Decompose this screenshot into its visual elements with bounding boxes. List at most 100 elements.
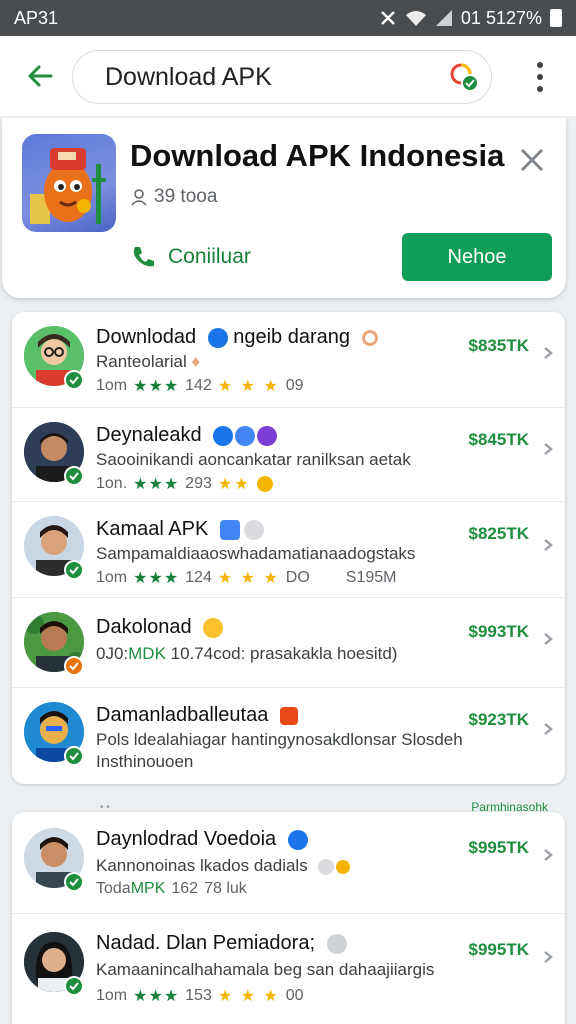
more-dot-icon (537, 62, 543, 68)
tag-icon (336, 859, 351, 874)
chevron-right-icon[interactable] (541, 537, 555, 553)
item-title-text: Kamaal APK (96, 518, 209, 540)
app-icon (22, 134, 116, 232)
app-title: Download APK Indonesia (130, 138, 505, 173)
meta-number: 124 (185, 569, 212, 586)
status-left-text: AP31 (14, 7, 59, 28)
item-price: $835TK (468, 336, 529, 355)
item-meta: 1om ★★★ 153 ★ ★ ★ 00 (96, 986, 304, 1006)
heart-icon (256, 476, 273, 492)
top-app-bar: Download APK (0, 36, 576, 116)
item-subtitle: Pols ldealahiagar hantingynosakdlonsar S… (96, 730, 463, 749)
verified-badge-icon (64, 560, 84, 580)
item-subtitle: Kannonoinas lkados dadials (96, 856, 351, 876)
verified-lens-icon[interactable] (449, 62, 479, 92)
item-subtitle-text: 10.74cod: prasakakla hoesitd) (170, 644, 398, 663)
verified-icon (287, 829, 308, 850)
list-item[interactable]: Dakolonad 0J0:MDK 10.74cod: prasakakla h… (12, 598, 565, 688)
chat-icon (318, 858, 335, 875)
rating-stars: ★★★ (133, 476, 180, 493)
chevron-right-icon[interactable] (541, 441, 555, 457)
meta-right: DO (285, 569, 310, 586)
item-price: $923TK (468, 710, 529, 729)
meta-number: 142 (185, 377, 212, 394)
globe-icon (326, 933, 347, 954)
item-meta: 1on. ★★★ 293 ★★ (96, 474, 273, 494)
emoji-icon (361, 329, 378, 346)
rating-stars: ★★★ (133, 570, 180, 587)
meta-number: 153 (185, 987, 212, 1004)
item-title-extra: ngeib darang (233, 326, 350, 348)
contact-link[interactable]: Coniiluar (130, 244, 251, 270)
info-icon (235, 425, 256, 446)
back-button[interactable] (10, 46, 70, 106)
item-title-text: Nadad. Dlan Pemiadora; (96, 932, 316, 954)
verified-badge-icon (64, 976, 84, 996)
battery-icon (550, 9, 562, 27)
meta-left: 1on. (96, 475, 128, 492)
chevron-right-icon[interactable] (541, 345, 555, 361)
item-title: Downlodad ngeib darang (96, 326, 378, 349)
mute-icon (381, 11, 395, 25)
chevron-right-icon[interactable] (541, 721, 555, 737)
list-item[interactable]: Downlodad ngeib darang Ranteolarial ♦ 1o… (12, 312, 565, 408)
list-item[interactable]: Damanladballeutaa Pols ldealahiagar hant… (12, 688, 565, 784)
item-price: $995TK (468, 940, 529, 959)
item-price: $993TK (468, 622, 529, 641)
meta-right: 09 (285, 377, 304, 394)
star-rating: ★ ★ ★ (217, 570, 280, 587)
arrow-back-icon (28, 65, 53, 87)
item-title: Damanladballeutaa (96, 704, 298, 727)
item-price: $825TK (468, 524, 529, 543)
item-subtitle: 0J0:MDK 10.74cod: prasakakla hoesitd) (96, 644, 397, 664)
list-item[interactable]: Deynaleakd Saooinikandi aoncankatar rani… (12, 408, 565, 502)
item-subtitle-text: Ranteolarial (96, 352, 187, 371)
item-title-text: Damanladballeutaa (96, 704, 269, 726)
meta-right: 00 (285, 987, 304, 1004)
circle-icon (243, 519, 264, 540)
star-rating: ★ ★ ★ (217, 378, 280, 395)
chevron-right-icon[interactable] (541, 631, 555, 647)
contact-label: Coniiluar (168, 245, 251, 268)
featured-app-card[interactable]: Download APK Indonesia 39 tooa Coniiluar… (2, 118, 566, 298)
close-icon[interactable] (518, 146, 546, 174)
item-title: Nadad. Dlan Pemiadora; (96, 932, 347, 955)
meta-left: Toda (96, 880, 131, 897)
list-item[interactable]: Daynlodrad Voedoia Kannonoinas lkados da… (12, 812, 565, 914)
item-subtitle-tag: MDK (128, 644, 166, 663)
tag-icon (257, 425, 278, 446)
verified-badge-icon (64, 656, 84, 676)
meta-tag: MPK (130, 880, 166, 897)
item-title: Dakolonad (96, 616, 224, 639)
results-card: Downlodad ngeib darang Ranteolarial ♦ 1o… (12, 312, 565, 784)
rating-stars: ★★★ (133, 988, 180, 1005)
app-downloads-text: 39 tooa (154, 186, 218, 207)
item-price: $845TK (468, 430, 529, 449)
phone-icon (133, 247, 154, 267)
item-title-text: Daynlodrad Voedoia (96, 828, 277, 850)
item-subtitle-line2: Insthinouoen (96, 752, 194, 771)
info-icon (219, 519, 240, 540)
verified-badge-icon (64, 466, 84, 486)
meta-number: 162 (171, 880, 199, 897)
item-meta: 1om ★★★ 124 ★ ★ ★ DO S195M (96, 568, 396, 588)
meta-right: 78 luk (204, 880, 247, 897)
item-title: Kamaal APK (96, 518, 264, 541)
list-item[interactable]: Kamaal APK Sampamaldiaaoswhadamatianaado… (12, 502, 565, 598)
smiley-icon (203, 617, 224, 638)
meta-number: 293 (185, 475, 212, 492)
verified-badge-icon (64, 370, 84, 390)
verified-icon (207, 327, 228, 348)
item-title-text: Dakolonad (96, 616, 192, 638)
chevron-right-icon[interactable] (541, 949, 555, 965)
results-card: Daynlodrad Voedoia Kannonoinas lkados da… (12, 812, 565, 1024)
rating-stars: ★★★ (133, 378, 180, 395)
more-dot-icon (537, 74, 543, 80)
item-meta: 1om ★★★ 142 ★ ★ ★ 09 (96, 376, 304, 396)
chevron-right-icon[interactable] (541, 847, 555, 863)
search-input[interactable]: Download APK (72, 50, 492, 104)
list-item[interactable]: Nadad. Dlan Pemiadora; Kamaanincalhahama… (12, 914, 565, 1024)
item-subtitle: Kamaanincalhahamala beg san dahaajiiargi… (96, 960, 435, 979)
more-options-button[interactable] (532, 62, 548, 92)
primary-action-button[interactable]: Nehoe (402, 233, 552, 281)
